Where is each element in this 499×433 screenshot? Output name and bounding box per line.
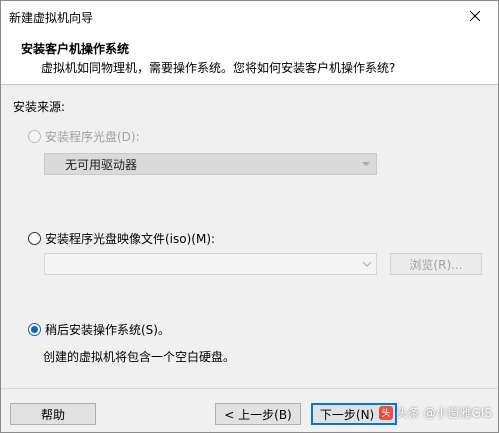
option-installer-disc[interactable]: 安装程序光盘(D): bbox=[28, 128, 140, 145]
install-later-note: 创建的虚拟机将包含一个空白硬盘。 bbox=[43, 350, 236, 364]
option-iso-image-label: 安装程序光盘映像文件(iso)(M): bbox=[45, 232, 216, 246]
option-install-later[interactable]: 稍后安装操作系统(S)。 bbox=[28, 321, 170, 338]
footer-divider bbox=[1, 388, 498, 389]
help-button[interactable]: 帮助 bbox=[10, 403, 96, 425]
window-title: 新建虚拟机向导 bbox=[9, 11, 94, 25]
wizard-header: 安装客户机操作系统 虚拟机如同物理机，需要操作系统。您将如何安装客户机操作系统? bbox=[1, 31, 498, 85]
chevron-down-icon[interactable] bbox=[358, 254, 376, 274]
option-installer-disc-label: 安装程序光盘(D): bbox=[45, 130, 140, 144]
page-subtitle: 虚拟机如同物理机，需要操作系统。您将如何安装客户机操作系统? bbox=[41, 61, 396, 75]
option-install-later-label: 稍后安装操作系统(S)。 bbox=[45, 323, 170, 337]
toutiao-logo-icon: 头 bbox=[378, 405, 393, 420]
watermark: 头 头条 @小窗雅GIS bbox=[378, 404, 492, 421]
new-vm-wizard-window: 新建虚拟机向导 安装客户机操作系统 虚拟机如同物理机，需要操作系统。您将如何安装… bbox=[0, 0, 499, 433]
browse-button[interactable]: 浏览(R)... bbox=[390, 253, 482, 275]
disc-drive-value: 无可用驱动器 bbox=[65, 157, 138, 172]
radio-iso-image[interactable] bbox=[28, 232, 41, 245]
iso-path-input[interactable] bbox=[44, 253, 377, 275]
watermark-text: 头条 @小窗雅GIS bbox=[395, 406, 492, 420]
install-source-label: 安装来源: bbox=[13, 100, 66, 114]
page-title: 安装客户机操作系统 bbox=[21, 42, 130, 56]
disc-drive-select[interactable]: 无可用驱动器 bbox=[44, 153, 377, 175]
back-button[interactable]: < 上一步(B) bbox=[215, 403, 301, 425]
radio-install-later[interactable] bbox=[28, 323, 41, 336]
close-button[interactable] bbox=[452, 1, 498, 31]
option-iso-image[interactable]: 安装程序光盘映像文件(iso)(M): bbox=[28, 230, 215, 247]
radio-installer-disc[interactable] bbox=[28, 130, 41, 143]
close-icon bbox=[470, 11, 480, 21]
chevron-down-icon bbox=[362, 162, 370, 166]
title-bar: 新建虚拟机向导 bbox=[1, 1, 498, 31]
